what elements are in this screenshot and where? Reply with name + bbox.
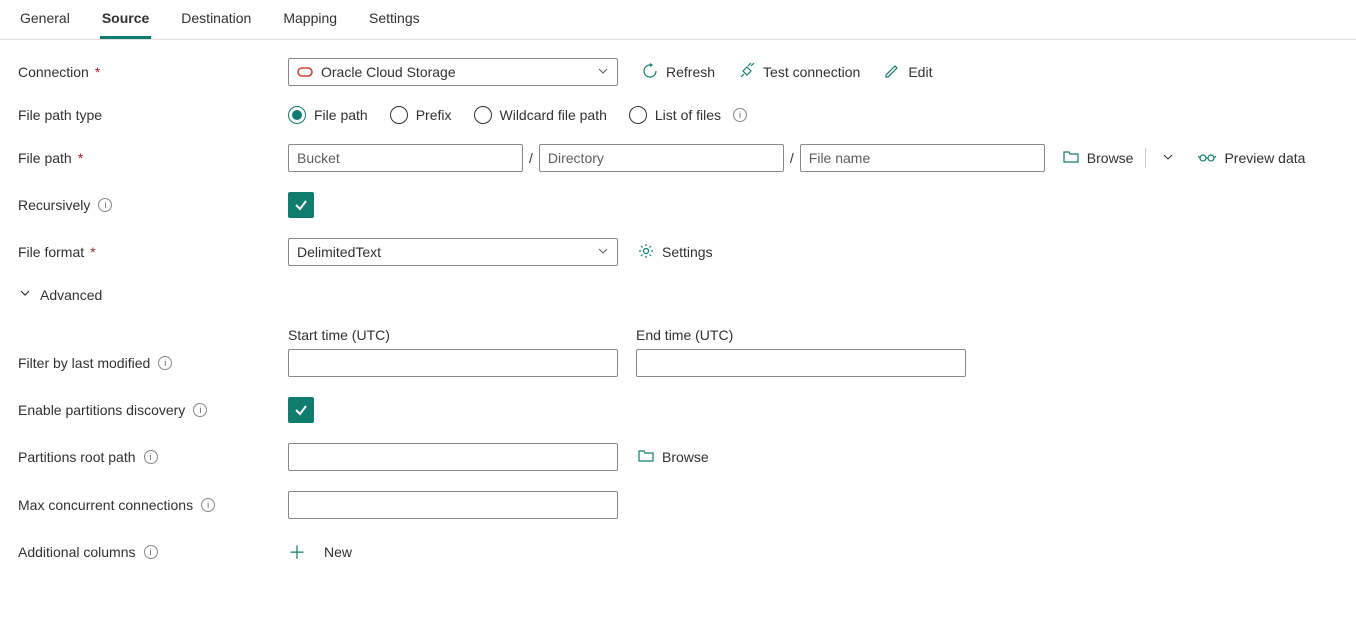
file-format-value: DelimitedText — [297, 244, 381, 260]
file-format-select[interactable]: DelimitedText — [288, 238, 618, 266]
required-asterisk: * — [90, 244, 95, 260]
start-time-input[interactable] — [288, 349, 618, 377]
folder-icon — [638, 449, 654, 466]
end-time-label: End time (UTC) — [636, 327, 966, 343]
filter-by-last-modified-label: Filter by last modified — [18, 355, 150, 371]
tab-bar: General Source Destination Mapping Setti… — [0, 0, 1356, 40]
recursively-label: Recursively — [18, 197, 90, 213]
info-icon[interactable]: i — [158, 356, 172, 370]
partitions-root-path-input[interactable] — [288, 443, 618, 471]
format-settings-button[interactable]: Settings — [638, 243, 713, 262]
additional-columns-label: Additional columns — [18, 544, 136, 560]
check-icon — [294, 198, 308, 212]
max-concurrent-input[interactable] — [288, 491, 618, 519]
glasses-icon — [1198, 150, 1216, 166]
file-path-type-label: File path type — [18, 107, 102, 123]
tab-destination[interactable]: Destination — [179, 6, 253, 39]
connection-value: Oracle Cloud Storage — [321, 64, 456, 80]
pencil-icon — [884, 63, 900, 82]
connection-select[interactable]: Oracle Cloud Storage — [288, 58, 618, 86]
new-column-button[interactable]: ＋ New — [288, 539, 352, 565]
info-icon[interactable]: i — [144, 450, 158, 464]
info-icon[interactable]: i — [193, 403, 207, 417]
advanced-toggle[interactable]: Advanced — [18, 286, 102, 303]
info-icon[interactable]: i — [733, 108, 747, 122]
separator — [1145, 148, 1146, 168]
preview-data-button[interactable]: Preview data — [1198, 150, 1305, 166]
info-icon[interactable]: i — [144, 545, 158, 559]
end-time-input[interactable] — [636, 349, 966, 377]
radio-wildcard[interactable]: Wildcard file path — [474, 106, 607, 124]
partitions-root-path-label: Partitions root path — [18, 449, 136, 465]
plus-icon: ＋ — [288, 539, 306, 565]
radio-prefix[interactable]: Prefix — [390, 106, 452, 124]
recursively-checkbox[interactable] — [288, 192, 314, 218]
tab-settings[interactable]: Settings — [367, 6, 422, 39]
oracle-icon — [297, 66, 313, 78]
radio-circle-icon — [474, 106, 492, 124]
refresh-button[interactable]: Refresh — [642, 63, 715, 82]
chevron-down-icon — [18, 286, 32, 303]
tab-mapping[interactable]: Mapping — [281, 6, 339, 39]
connection-label: Connection — [18, 64, 89, 80]
required-asterisk: * — [78, 150, 83, 166]
file-path-type-radio-group: File path Prefix Wildcard file path List… — [288, 106, 747, 124]
chevron-down-icon — [597, 244, 609, 260]
chevron-down-icon — [597, 64, 609, 80]
refresh-icon — [642, 63, 658, 82]
file-format-label: File format — [18, 244, 84, 260]
plug-icon — [739, 63, 755, 82]
radio-circle-icon — [288, 106, 306, 124]
browse-dropdown-button[interactable] — [1158, 150, 1178, 166]
partitions-browse-button[interactable]: Browse — [638, 449, 709, 466]
filename-input[interactable] — [800, 144, 1045, 172]
tab-source[interactable]: Source — [100, 6, 151, 39]
gear-icon — [638, 243, 654, 262]
edit-button[interactable]: Edit — [884, 63, 932, 82]
radio-list-of-files[interactable]: List of files i — [629, 106, 747, 124]
max-concurrent-label: Max concurrent connections — [18, 497, 193, 513]
directory-input[interactable] — [539, 144, 784, 172]
tab-general[interactable]: General — [18, 6, 72, 39]
required-asterisk: * — [95, 64, 100, 80]
radio-circle-icon — [390, 106, 408, 124]
path-separator: / — [529, 150, 533, 166]
radio-circle-icon — [629, 106, 647, 124]
enable-partitions-label: Enable partitions discovery — [18, 402, 185, 418]
check-icon — [294, 403, 308, 417]
form-area: Connection * Oracle Cloud Storage Refres… — [0, 40, 1356, 603]
info-icon[interactable]: i — [201, 498, 215, 512]
file-path-label: File path — [18, 150, 72, 166]
browse-button[interactable]: Browse — [1063, 150, 1134, 167]
radio-file-path[interactable]: File path — [288, 106, 368, 124]
folder-icon — [1063, 150, 1079, 167]
info-icon[interactable]: i — [98, 198, 112, 212]
test-connection-button[interactable]: Test connection — [739, 63, 860, 82]
bucket-input[interactable] — [288, 144, 523, 172]
enable-partitions-checkbox[interactable] — [288, 397, 314, 423]
start-time-label: Start time (UTC) — [288, 327, 618, 343]
path-separator: / — [790, 150, 794, 166]
